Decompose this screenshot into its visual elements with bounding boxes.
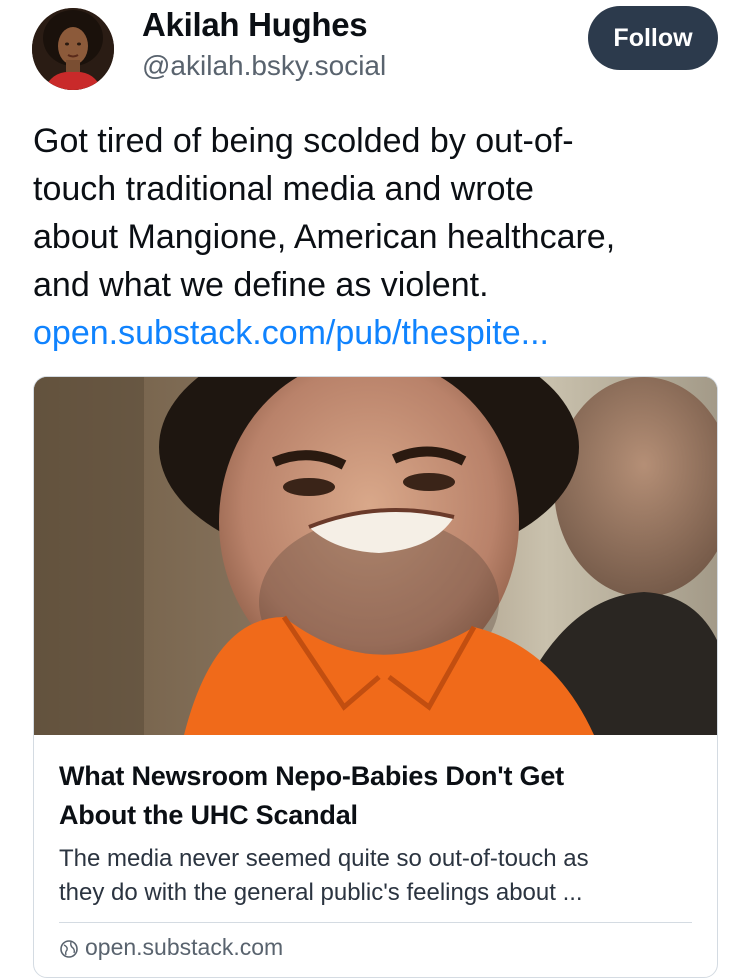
post-text-line: touch traditional media and wrote (33, 170, 534, 208)
link-card-description-line: they do with the general public's feelin… (59, 879, 583, 906)
link-card-title-line: About the UHC Scandal (59, 800, 358, 830)
link-card-description-line: The media never seemed quite so out-of-t… (59, 845, 589, 872)
post-text-line: Got tired of being scolded by out-of- (33, 122, 574, 160)
globe-icon (59, 938, 79, 958)
link-card-title[interactable]: What Newsroom Nepo-Babies Don't Get Abou… (59, 757, 679, 835)
post-text-line: about Mangione, American healthcare, (33, 218, 616, 256)
author-avatar[interactable] (32, 8, 114, 90)
link-card[interactable]: What Newsroom Nepo-Babies Don't Get Abou… (33, 376, 718, 978)
link-card-domain-row: open.substack.com (59, 934, 283, 961)
author-handle[interactable]: @akilah.bsky.social (142, 50, 386, 82)
link-card-domain: open.substack.com (85, 934, 284, 960)
link-card-divider (59, 922, 692, 923)
follow-button[interactable]: Follow (588, 6, 718, 70)
link-card-description: The media never seemed quite so out-of-t… (59, 842, 699, 910)
post-text-line: and what we define as violent. (33, 266, 489, 304)
link-card-title-line: What Newsroom Nepo-Babies Don't Get (59, 761, 564, 791)
author-display-name[interactable]: Akilah Hughes (142, 6, 368, 44)
post-text: Got tired of being scolded by out-of- to… (33, 117, 723, 357)
post-link[interactable]: open.substack.com/pub/thespite... (33, 309, 723, 357)
link-card-image[interactable] (34, 377, 717, 735)
